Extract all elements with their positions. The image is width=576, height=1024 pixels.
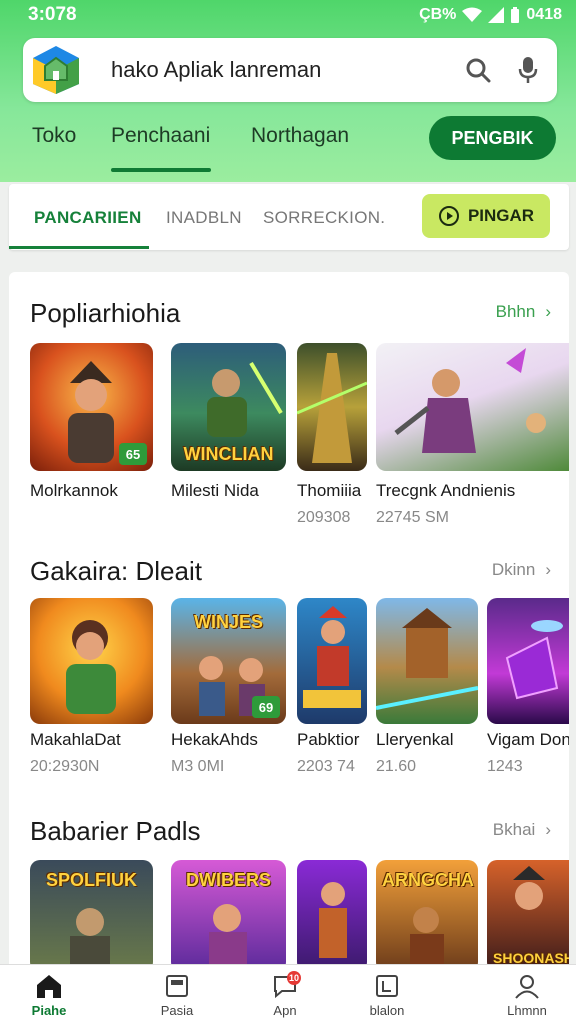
active-subtab-indicator bbox=[9, 246, 149, 249]
app-name: Vigam Don bbox=[487, 730, 569, 749]
nav-label: blalon bbox=[369, 1003, 405, 1018]
app-thumbnail: 65 bbox=[30, 343, 153, 471]
app-name: Molrkannok bbox=[30, 481, 118, 500]
tab-penchaani[interactable]: Penchaani bbox=[111, 124, 210, 148]
battery-icon bbox=[511, 7, 520, 23]
bottom-navigation: Piahe Pasia 10 Apn blalon Lhmnn bbox=[0, 964, 576, 1024]
app-name: Milesti Nida bbox=[171, 481, 259, 500]
sub-tabs: PANCARIIEN INADBLN SORRECKION. PINGAR bbox=[9, 184, 569, 250]
app-thumbnail: SPOLFIUK bbox=[30, 860, 153, 972]
nav-item-pasia[interactable]: Pasia bbox=[137, 973, 217, 1018]
app-size: 1243 bbox=[487, 758, 523, 775]
subtab-inadbln[interactable]: INADBLN bbox=[166, 208, 242, 228]
notification-badge: 10 bbox=[287, 971, 301, 985]
app-thumbnail bbox=[376, 598, 478, 724]
image-icon bbox=[166, 975, 188, 997]
tab-toko[interactable]: Toko bbox=[32, 124, 76, 148]
app-header: 3:078 ÇB% 0418 hako Apliak lanreman Toko… bbox=[0, 0, 576, 182]
app-thumbnail: ARNGCHA bbox=[376, 860, 478, 972]
app-badge: 65 bbox=[119, 443, 147, 465]
app-badge: 69 bbox=[252, 696, 280, 718]
status-bar: 3:078 ÇB% 0418 bbox=[0, 0, 576, 30]
more-label: Dkinn bbox=[491, 560, 536, 579]
book-icon bbox=[376, 975, 398, 997]
search-bar[interactable]: hako Apliak lanreman bbox=[23, 38, 557, 102]
microphone-icon[interactable] bbox=[513, 55, 543, 85]
subtab-sorreckion[interactable]: SORRECKION. bbox=[263, 208, 385, 228]
section-title: Popliarhiohia bbox=[30, 298, 181, 328]
active-tab-indicator bbox=[111, 168, 211, 172]
store-logo-icon bbox=[33, 46, 79, 94]
more-label: Bhhn bbox=[495, 302, 536, 321]
app-size: 2203 74 bbox=[297, 758, 355, 775]
home-icon bbox=[37, 975, 61, 998]
battery-level: 0418 bbox=[526, 6, 562, 23]
search-input[interactable]: hako Apliak lanreman bbox=[111, 57, 443, 83]
app-thumbnail: WINJES 69 bbox=[171, 598, 286, 724]
subtab-pancariien[interactable]: PANCARIIEN bbox=[34, 208, 142, 228]
search-icon[interactable] bbox=[463, 55, 493, 85]
section-title: Gakaira: Dleait bbox=[30, 556, 202, 586]
pingar-label: PINGAR bbox=[467, 206, 535, 225]
chevron-right-icon: › bbox=[545, 302, 551, 321]
nav-label: Apn bbox=[273, 1003, 297, 1018]
app-size: 22745 SM bbox=[376, 509, 449, 526]
app-size: 21.60 bbox=[376, 758, 417, 775]
section-more-link[interactable]: Dkinn › bbox=[492, 560, 551, 580]
section-title: Babarier Padls bbox=[30, 816, 201, 846]
app-thumbnail: DWIBERS bbox=[171, 860, 286, 972]
app-name: Thomiiia bbox=[297, 481, 362, 500]
app-thumbnail bbox=[297, 860, 367, 972]
nav-item-blalon[interactable]: blalon bbox=[347, 973, 427, 1018]
section-popular-paid: Babarier Padls Bkhai › SPOLFIUK DWIBERS bbox=[9, 796, 569, 972]
signal-icon bbox=[488, 7, 505, 23]
more-label: Bkhai bbox=[492, 820, 536, 839]
top-tabs: Toko Penchaani Northagan PENGBIK bbox=[0, 112, 576, 172]
section-more-link[interactable]: Bhhn › bbox=[496, 302, 551, 322]
app-caption: ARNGCHA bbox=[382, 870, 474, 890]
app-caption: WINJES bbox=[193, 612, 263, 632]
section-more-link[interactable]: Bkhai › bbox=[493, 820, 551, 840]
app-size: 209308 bbox=[297, 509, 351, 526]
status-icons: ÇB% 0418 bbox=[419, 6, 562, 24]
app-thumbnail bbox=[487, 598, 569, 724]
app-thumbnail: WINCLIAN bbox=[171, 343, 286, 471]
chevron-right-icon: › bbox=[545, 560, 551, 579]
app-name: Lleryenkal bbox=[376, 730, 454, 749]
pengbik-button[interactable]: PENGBIK bbox=[429, 116, 556, 160]
section-games: Gakaira: Dleait Dkinn › MakahlaDat 20:29… bbox=[9, 534, 569, 796]
chevron-right-icon: › bbox=[545, 820, 551, 839]
profile-icon bbox=[515, 975, 539, 999]
app-caption: DWIBERS bbox=[186, 870, 271, 890]
app-name: Trecgnk Andnienis bbox=[376, 481, 516, 500]
app-name: MakahlaDat bbox=[30, 730, 121, 749]
nav-label: Pasia bbox=[160, 1003, 194, 1018]
app-caption: WINCLIAN bbox=[183, 444, 274, 464]
app-size: M3 0MI bbox=[171, 758, 225, 775]
nav-label: Lhmnn bbox=[507, 1003, 547, 1018]
nav-item-lhmnn[interactable]: Lhmnn bbox=[487, 973, 567, 1018]
tab-northagan[interactable]: Northagan bbox=[251, 124, 349, 148]
app-thumbnail bbox=[297, 343, 367, 471]
pingar-button[interactable]: PINGAR bbox=[422, 194, 550, 238]
nav-label: Piahe bbox=[31, 1003, 67, 1018]
app-name: HekakAhds bbox=[171, 730, 258, 749]
status-time: 3:078 bbox=[28, 4, 77, 25]
nav-item-home[interactable]: Piahe bbox=[9, 973, 89, 1018]
app-size: 20:2930N bbox=[30, 758, 100, 775]
nav-item-apn[interactable]: 10 Apn bbox=[245, 971, 325, 1018]
wifi-icon bbox=[462, 7, 483, 22]
app-thumbnail bbox=[30, 598, 153, 724]
app-name: Pabktior bbox=[297, 730, 360, 749]
app-listing: Popliarhiohia Bhhn › 65 Molrkannok WINCL… bbox=[9, 272, 569, 972]
status-indicator-text: ÇB% bbox=[419, 6, 457, 23]
section-popular: Popliarhiohia Bhhn › 65 Molrkannok WINCL… bbox=[9, 272, 569, 534]
app-caption: SPOLFIUK bbox=[45, 870, 137, 890]
app-thumbnail bbox=[297, 598, 367, 724]
play-icon bbox=[438, 206, 459, 226]
app-thumbnail bbox=[376, 343, 569, 471]
app-thumbnail: SHOONASH bbox=[487, 860, 569, 972]
